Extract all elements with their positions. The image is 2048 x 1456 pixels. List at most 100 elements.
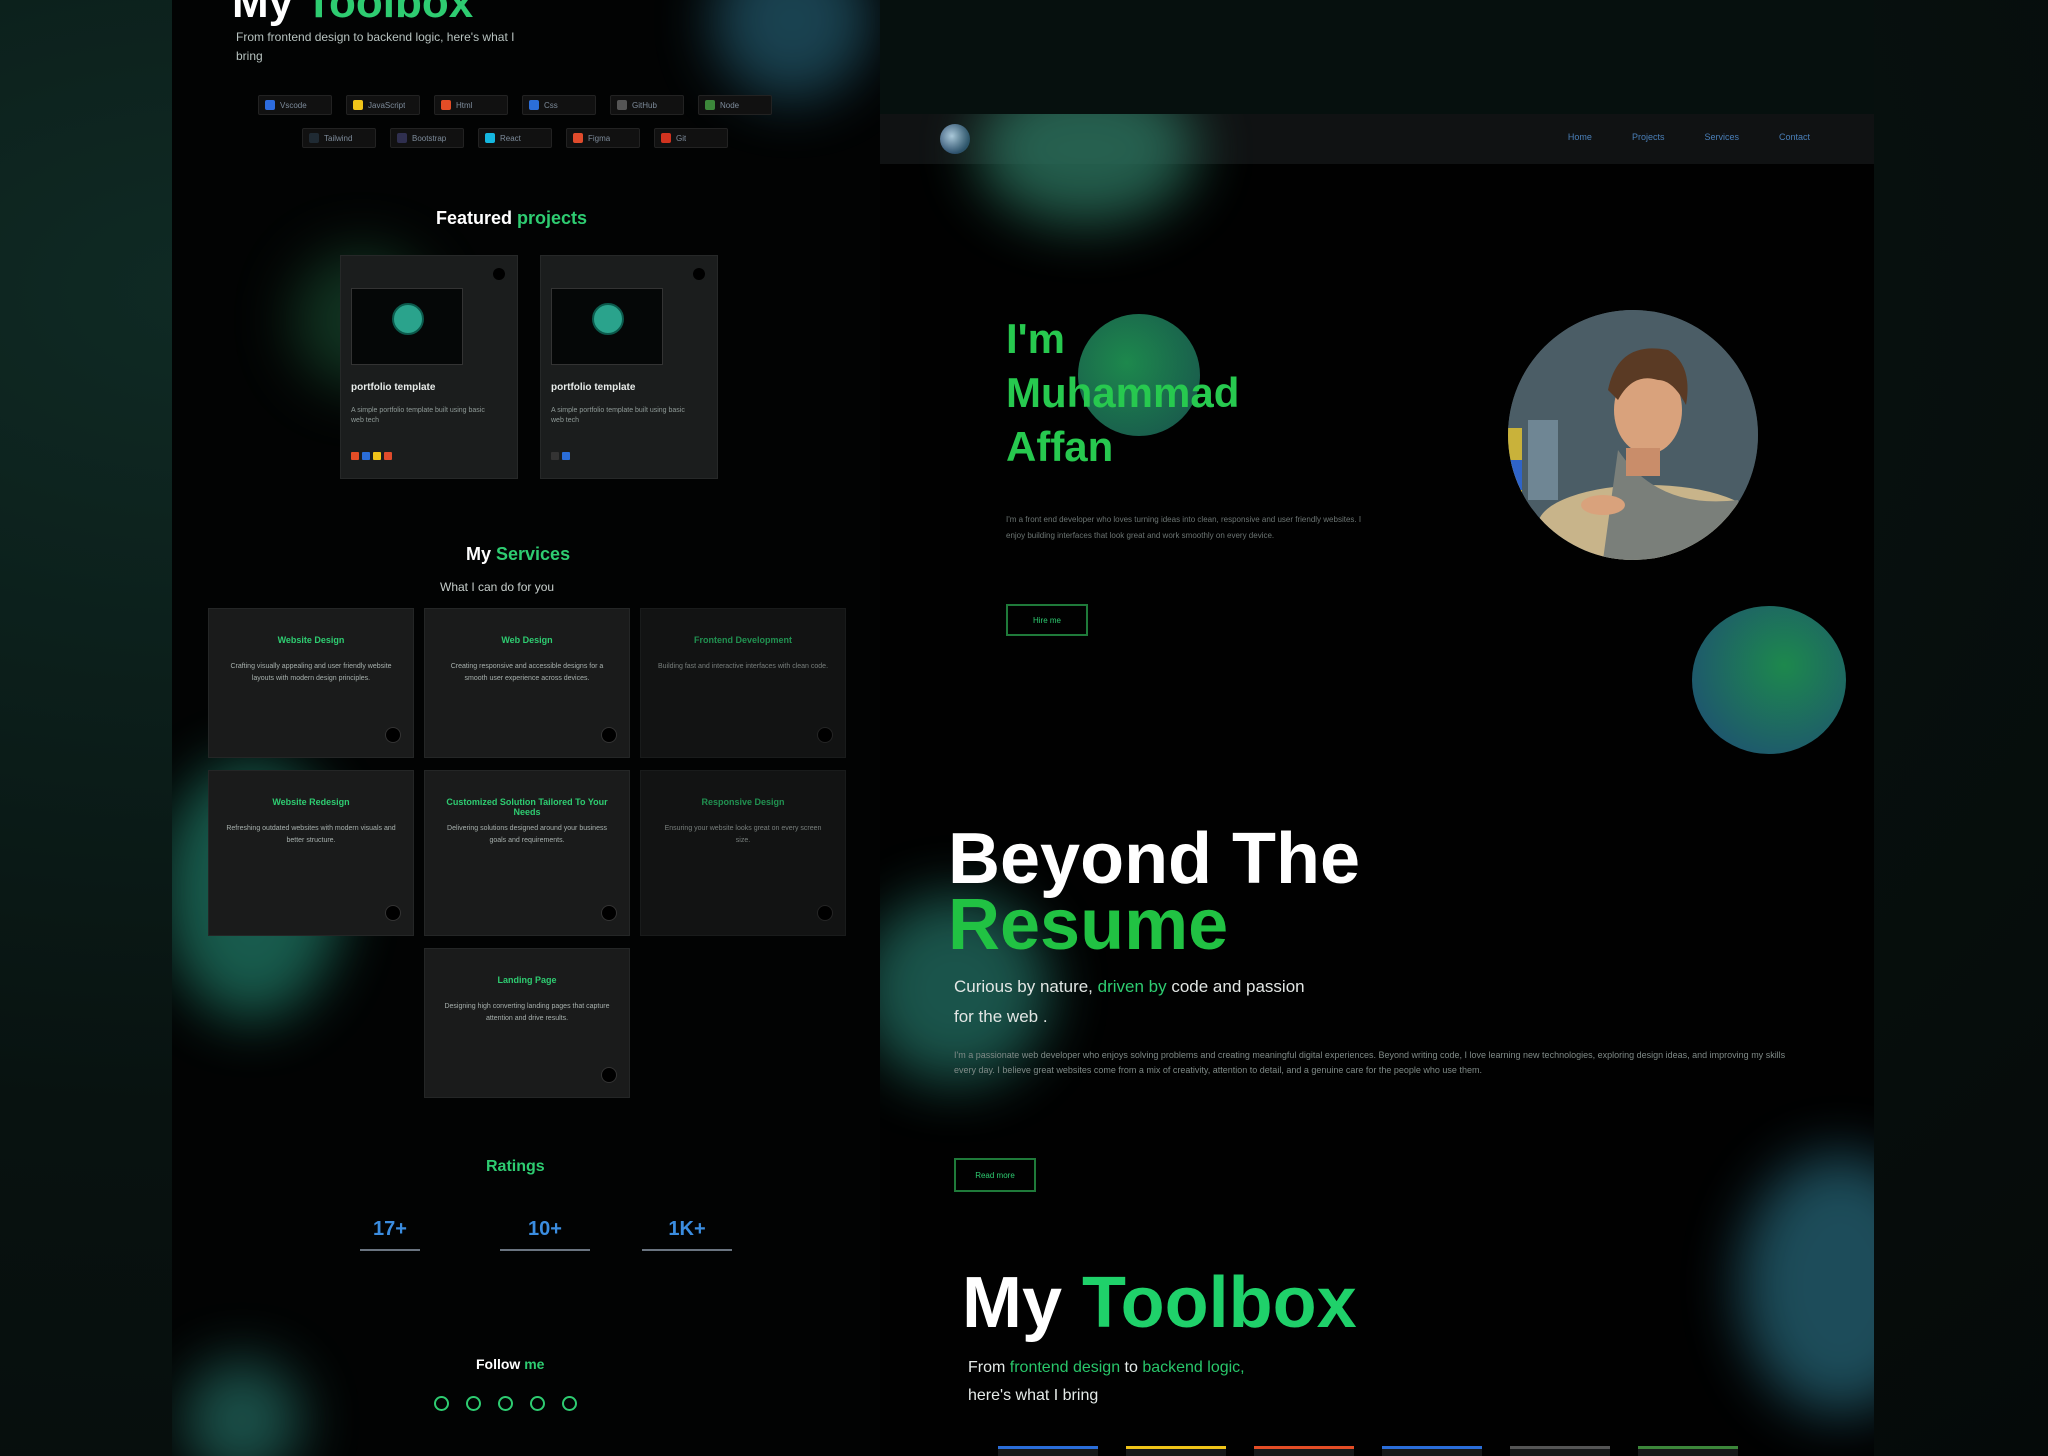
tool-chip	[1638, 1446, 1738, 1456]
service-title: Responsive Design	[701, 797, 785, 807]
tool-chip	[1126, 1446, 1226, 1456]
profile-avatar	[1508, 310, 1758, 560]
tool-icon	[529, 100, 539, 110]
read-more-button[interactable]: Read more	[954, 1158, 1036, 1192]
project-card[interactable]: portfolio template A simple portfolio te…	[340, 255, 518, 479]
github-icon[interactable]	[434, 1396, 449, 1411]
service-card[interactable]: Responsive Design Ensuring your website l…	[640, 770, 846, 936]
project-tags	[551, 452, 570, 460]
hire-me-button[interactable]: Hire me	[1006, 604, 1088, 636]
tool-chip: Css	[522, 95, 596, 115]
right-page-preview: Home Projects Services Contact I'm Muham…	[880, 114, 1874, 1456]
project-title: portfolio template	[351, 382, 436, 393]
decor-blob	[182, 1360, 302, 1456]
tool-chips-row-2: Tailwind Bootstrap React Figma Git	[302, 128, 728, 148]
rating-stat: 17+	[350, 1218, 430, 1251]
tool-chip: Git	[654, 128, 728, 148]
arrow-icon[interactable]	[817, 905, 833, 921]
nav-projects[interactable]: Projects	[1632, 132, 1665, 142]
arrow-icon[interactable]	[601, 1067, 617, 1083]
logo-icon[interactable]	[940, 124, 970, 154]
service-card[interactable]: Web Design Creating responsive and access…	[424, 608, 630, 758]
service-description: Ensuring your website looks great on eve…	[664, 825, 822, 844]
backdrop-strip	[880, 0, 1874, 114]
arrow-icon[interactable]	[601, 905, 617, 921]
service-title: Website Redesign	[272, 797, 350, 807]
services-subtitle: What I can do for you	[440, 580, 555, 594]
tool-chip: Tailwind	[302, 128, 376, 148]
tool-chip: Figma	[566, 128, 640, 148]
tech-tag-icon	[384, 452, 392, 460]
mail-icon[interactable]	[498, 1396, 513, 1411]
nav-contact[interactable]: Contact	[1779, 132, 1810, 142]
link-icon[interactable]	[493, 268, 505, 280]
beyond-description: I'm a passionate web developer who enjoy…	[954, 1050, 1786, 1075]
service-title: Landing Page	[497, 975, 557, 985]
service-description: Creating responsive and accessible desig…	[450, 663, 604, 682]
service-description: Refreshing outdated websites with modern…	[226, 825, 396, 844]
twitter-icon[interactable]	[562, 1396, 577, 1411]
tool-label: Tailwind	[324, 133, 353, 143]
instagram-icon[interactable]	[466, 1396, 481, 1411]
rating-stat: 10+	[490, 1218, 600, 1251]
tool-chip	[1254, 1446, 1354, 1456]
arrow-icon[interactable]	[601, 727, 617, 743]
service-title: Customized Solution Tailored To Your Nee…	[446, 797, 608, 817]
tool-label: Css	[544, 100, 558, 110]
service-card[interactable]: Website Redesign Refreshing outdated webs…	[208, 770, 414, 936]
tool-label: Figma	[588, 133, 611, 143]
project-title: portfolio template	[551, 382, 636, 393]
decor-blob	[712, 0, 872, 100]
tool-chips-row-1: Vscode JavaScript Html Css GitHub Node	[258, 95, 772, 115]
tool-icon	[309, 133, 319, 143]
tool-chip: Node	[698, 95, 772, 115]
ratings-heading: Ratings	[486, 1158, 545, 1175]
tool-label: Bootstrap	[412, 133, 447, 143]
service-card[interactable]: Frontend Development Building fast and in…	[640, 608, 846, 758]
nav-services[interactable]: Services	[1704, 132, 1739, 142]
services-heading: My Services	[466, 544, 571, 564]
arrow-icon[interactable]	[385, 727, 401, 743]
service-title: Website Design	[277, 635, 345, 645]
tool-icon	[485, 133, 495, 143]
tool-chip: Vscode	[258, 95, 332, 115]
decor-blob	[1740, 1154, 1874, 1414]
tech-tag-icon	[373, 452, 381, 460]
tool-icon	[573, 133, 583, 143]
nav-home[interactable]: Home	[1568, 132, 1592, 142]
tool-chip	[1510, 1446, 1610, 1456]
tool-chip: GitHub	[610, 95, 684, 115]
service-title: Web Design	[501, 635, 553, 645]
avatar	[392, 303, 424, 335]
tech-tag-icon	[362, 452, 370, 460]
link-icon[interactable]	[693, 268, 705, 280]
project-description: A simple portfolio template built using …	[551, 407, 685, 424]
arrow-icon[interactable]	[817, 727, 833, 743]
beyond-heading: Beyond The Resume	[948, 819, 1361, 965]
rating-stat: 1K+	[632, 1218, 742, 1251]
service-description: Building fast and interactive interfaces…	[657, 663, 829, 670]
left-page-preview: My Toolbox From frontend design to backe…	[172, 0, 882, 1456]
service-card[interactable]: Landing Page Designing high converting la…	[424, 948, 630, 1098]
tech-tag-icon	[351, 452, 359, 460]
project-tags	[351, 452, 392, 460]
tool-chip: Html	[434, 95, 508, 115]
tool-chips-row	[998, 1446, 1738, 1456]
tool-icon	[265, 100, 275, 110]
decor-circle	[1692, 606, 1846, 754]
tool-label: Node	[720, 100, 740, 110]
tool-chip: Bootstrap	[390, 128, 464, 148]
service-card[interactable]: Customized Solution Tailored To Your Nee…	[424, 770, 630, 936]
project-card[interactable]: portfolio template A simple portfolio te…	[540, 255, 718, 479]
service-description: Crafting visually appealing and user fri…	[230, 663, 392, 682]
linkedin-icon[interactable]	[530, 1396, 545, 1411]
tool-chip: JavaScript	[346, 95, 420, 115]
service-card[interactable]: Website Design Crafting visually appealin…	[208, 608, 414, 758]
project-thumbnail	[551, 288, 663, 365]
hero-name: I'm Muhammad Affan	[1006, 315, 1240, 470]
decor-blob	[976, 114, 1196, 224]
service-title: Frontend Development	[693, 635, 792, 645]
tech-tag-icon	[562, 452, 570, 460]
arrow-icon[interactable]	[385, 905, 401, 921]
tool-label: React	[500, 133, 521, 143]
